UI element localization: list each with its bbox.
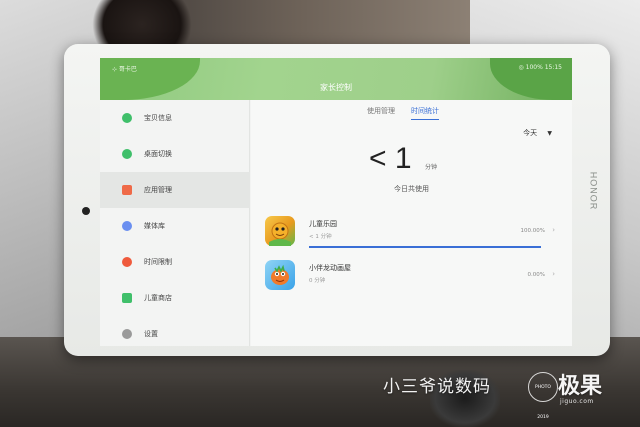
sidebar: 宝贝信息 桌面切换 应用管理 媒体库 时间限制 儿童商店 设置 — [100, 100, 250, 346]
sidebar-item-label: 桌面切换 — [144, 150, 172, 158]
app-management-icon — [122, 185, 132, 195]
sidebar-item-baby-info[interactable]: 宝贝信息 — [100, 100, 250, 136]
sidebar-item-time-limit[interactable]: 时间限制 — [100, 244, 250, 280]
sidebar-item-label: 媒体库 — [144, 222, 165, 230]
page-title: 家长控制 — [320, 83, 352, 92]
watermark-logo: 极果 — [558, 374, 603, 399]
kids-park-app-icon — [265, 216, 295, 246]
sidebar-item-label: 时间限制 — [144, 258, 172, 266]
tablet-screen: ⊹ 哥卡巴 ◎ 100% 15:15 家长控制 宝贝信息 桌面切换 应用管理 媒… — [100, 58, 572, 346]
app-usage-percent: 0.00% — [527, 272, 545, 278]
settings-icon — [122, 329, 132, 339]
front-camera — [82, 207, 90, 215]
app-usage-row[interactable]: 小伴龙动画屋 0 分钟 0.00% › — [265, 260, 555, 304]
app-usage-bar — [309, 246, 541, 248]
main-panel: 使用管理 时间统计 今天 ▼ < 1 分钟 今日共使用 儿童乐园 < 1 分钟 — [251, 100, 572, 346]
app-usage-bar — [309, 290, 541, 292]
app-name: 小伴龙动画屋 — [309, 264, 351, 272]
sidebar-item-kids-store[interactable]: 儿童商店 — [100, 280, 250, 316]
tab-bar: 使用管理 时间统计 — [367, 106, 439, 120]
sidebar-item-desktop-switch[interactable]: 桌面切换 — [100, 136, 250, 172]
watermark-author: 小三爷说数码 — [383, 377, 491, 397]
baby-info-icon — [122, 113, 132, 123]
app-usage-row[interactable]: 儿童乐园 < 1 分钟 100.00% › — [265, 216, 555, 260]
app-usage-percent: 100.00% — [520, 228, 545, 234]
desktop-switch-icon — [122, 149, 132, 159]
app-name: 儿童乐园 — [309, 220, 337, 228]
period-selector[interactable]: 今天 ▼ — [523, 128, 552, 138]
tab-usage-management[interactable]: 使用管理 — [367, 106, 395, 120]
app-header: ⊹ 哥卡巴 ◎ 100% 15:15 家长控制 — [100, 58, 572, 100]
app-usage-time: < 1 分钟 — [309, 234, 332, 240]
period-label: 今天 — [523, 129, 538, 137]
sidebar-item-label: 儿童商店 — [144, 294, 172, 302]
tab-time-statistics[interactable]: 时间统计 — [411, 106, 439, 120]
usage-total-value: < 1 — [369, 142, 412, 175]
time-limit-icon — [122, 257, 132, 267]
brand-logo: HONOR — [588, 171, 599, 211]
watermark-badge: PHOTO 2019 — [528, 372, 558, 420]
app-usage-bar-fill — [309, 246, 541, 248]
chevron-right-icon: › — [552, 226, 555, 234]
usage-caption: 今日共使用 — [394, 185, 429, 193]
app-usage-time: 0 分钟 — [309, 278, 326, 284]
status-bar-right: ◎ 100% 15:15 — [518, 64, 563, 71]
sidebar-item-app-management[interactable]: 应用管理 — [100, 172, 250, 208]
dropdown-arrow-icon: ▼ — [547, 130, 552, 137]
usage-total-unit: 分钟 — [425, 164, 438, 171]
sidebar-item-media-library[interactable]: 媒体库 — [100, 208, 250, 244]
sidebar-item-settings[interactable]: 设置 — [100, 316, 250, 346]
watermark-site: jiguo.com — [560, 398, 594, 405]
sidebar-item-label: 应用管理 — [144, 186, 172, 194]
sidebar-item-label: 宝贝信息 — [144, 114, 172, 122]
status-bar-left: ⊹ 哥卡巴 — [112, 66, 137, 73]
kids-store-icon — [122, 293, 132, 303]
chevron-right-icon: › — [552, 270, 555, 278]
media-library-icon — [122, 221, 132, 231]
dragon-cartoon-app-icon — [265, 260, 295, 290]
sidebar-item-label: 设置 — [144, 330, 158, 338]
